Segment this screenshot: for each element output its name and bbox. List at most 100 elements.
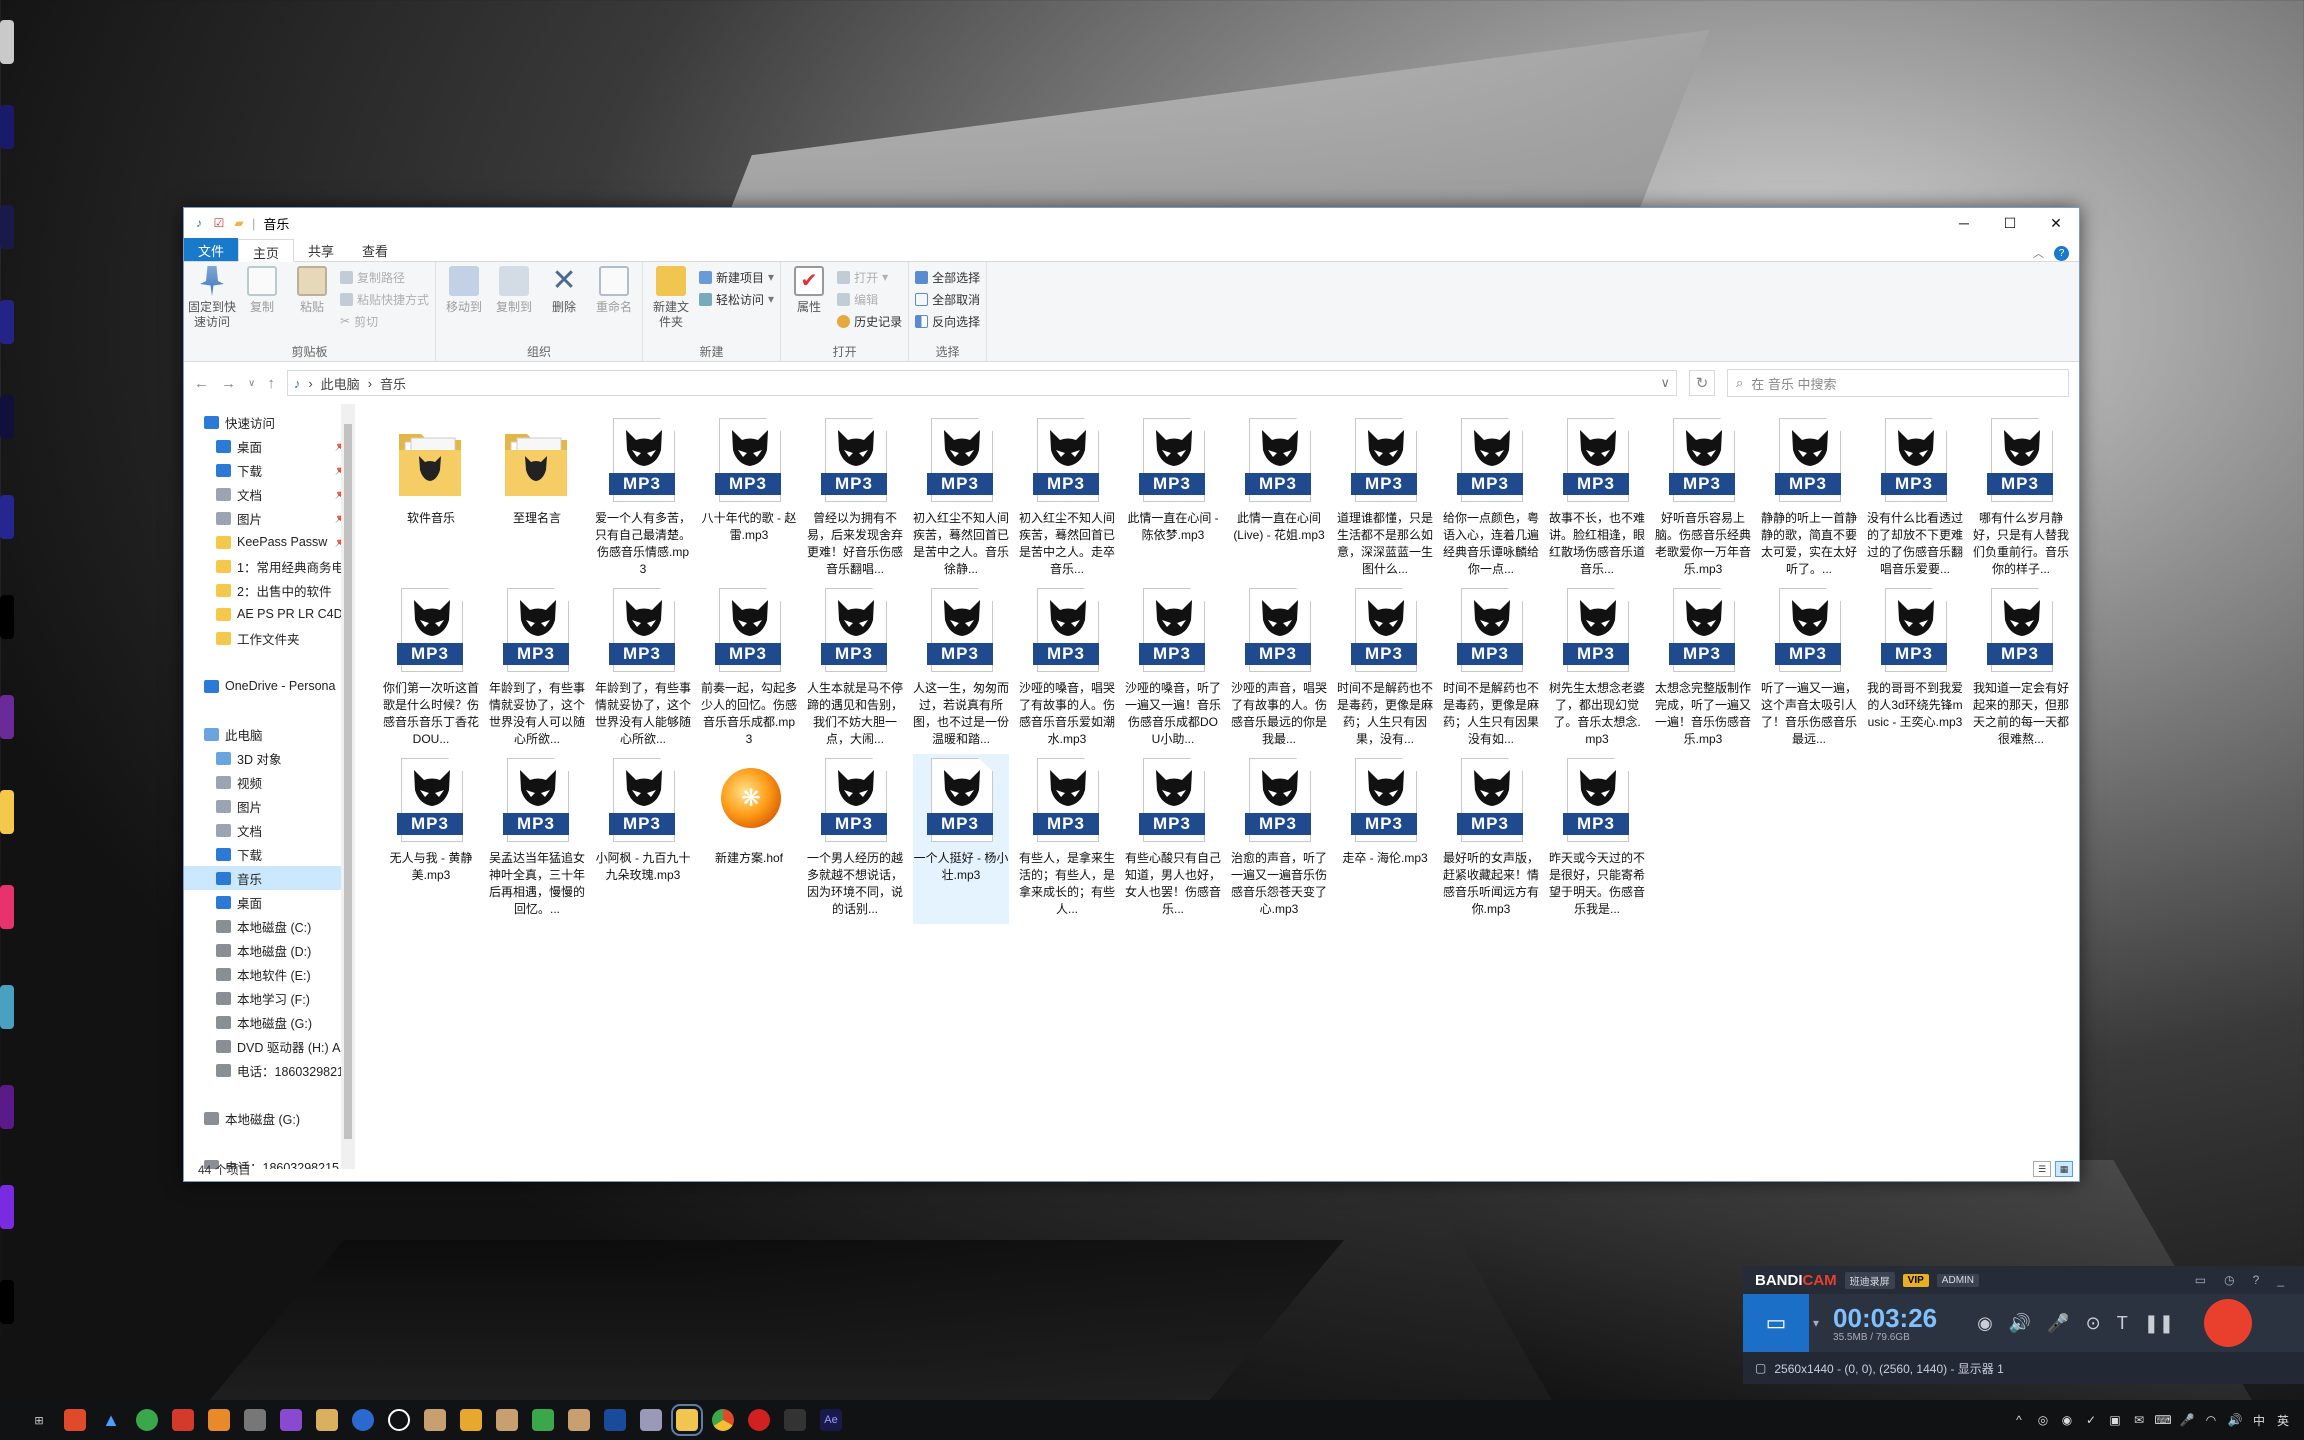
nav-item[interactable]: 音乐 (184, 866, 355, 890)
tab-home[interactable]: 主页 (238, 239, 295, 262)
nav-item[interactable]: 下载 (184, 842, 355, 866)
app-icon[interactable] (784, 1409, 806, 1431)
cursor-icon[interactable]: ⊙ (2086, 1313, 2101, 1334)
tray-app-icon[interactable]: ◎ (2036, 1413, 2050, 1427)
chevron-up-icon[interactable]: ^ (2012, 1413, 2026, 1427)
file-item[interactable]: MP3 初入红尘不知人间疾苦，蓦然回首已是苦中之人。走卒音乐... (1019, 414, 1115, 584)
file-item[interactable]: MP3 此情一直在心间 (Live) - 花姐.mp3 (1231, 414, 1327, 584)
back-arrow-icon[interactable]: ← (194, 375, 209, 392)
ime-indicator[interactable]: 中 (2252, 1412, 2266, 1429)
nav-item[interactable]: 本地磁盘 (C:) (184, 914, 355, 938)
help-icon[interactable]: ? (2054, 245, 2069, 261)
lang-indicator[interactable]: 英 (2276, 1412, 2290, 1429)
nav-item[interactable]: 3D 对象 (184, 746, 355, 770)
desktop-icon[interactable] (0, 1085, 14, 1129)
tray-app-icon[interactable]: ⌨ (2154, 1413, 2171, 1427)
desktop-icon[interactable] (0, 985, 14, 1029)
desktop-icon[interactable] (0, 695, 14, 739)
maximize-button[interactable]: ☐ (1987, 208, 2033, 238)
desktop-icon[interactable] (0, 20, 14, 64)
edit-button[interactable]: 编辑 (837, 290, 902, 308)
app-icon[interactable] (208, 1409, 230, 1431)
folder-icon[interactable]: ▭ (2195, 1273, 2206, 1287)
file-item[interactable]: MP3 走卒 - 海伦.mp3 (1337, 754, 1433, 924)
screen-mode-icon[interactable]: ▭ (1743, 1294, 1809, 1352)
desktop-icon[interactable] (0, 1185, 14, 1229)
mode-dropdown-icon[interactable]: ▾ (1813, 1316, 1819, 1330)
file-item[interactable]: MP3 沙哑的嗓音，唱哭了有故事的人。伤感音乐音乐爱如潮水.mp3 (1019, 584, 1115, 754)
select-none-button[interactable]: 全部取消 (915, 290, 980, 308)
app-icon[interactable] (244, 1409, 266, 1431)
history-button[interactable]: 历史记录 (837, 312, 902, 330)
app-icon[interactable] (748, 1409, 770, 1431)
address-bar[interactable]: ♪ › 此电脑 › 音乐 ∨ (286, 370, 1677, 396)
properties-button[interactable]: ✔ 属性 (787, 266, 831, 343)
tab-file[interactable]: 文件 (184, 238, 239, 261)
app-icon[interactable] (280, 1409, 302, 1431)
app-icon[interactable] (424, 1409, 446, 1431)
desktop-icon[interactable] (0, 790, 14, 834)
new-folder-button[interactable]: 新建文件夹 (649, 266, 693, 343)
properties-quick-icon[interactable]: ☑ (212, 216, 226, 230)
tray-app-icon[interactable]: ✉ (2132, 1413, 2146, 1427)
app-icon[interactable] (568, 1409, 590, 1431)
file-item[interactable]: MP3 给你一点颜色，粤语入心，连着几遍经典音乐谭咏麟给你一点... (1443, 414, 1539, 584)
file-item[interactable]: MP3 我的哥哥不到我爱的人3d环绕先锋music - 王奕心.mp3 (1867, 584, 1963, 754)
file-item[interactable]: MP3 好听音乐容易上脑。伤感音乐经典老歌爱你一万年音乐.mp3 (1655, 414, 1751, 584)
file-item[interactable]: MP3 时间不是解药也不是毒药，更像是麻药；人生只有因果没有如... (1443, 584, 1539, 754)
nav-item[interactable]: OneDrive - Persona (184, 674, 355, 698)
copy-button[interactable]: 复制 (240, 266, 284, 343)
file-item[interactable]: MP3 有些人，是拿来生活的；有些人，是拿来成长的；有些人... (1019, 754, 1115, 924)
new-folder-quick-icon[interactable]: ▰ (232, 216, 246, 230)
nav-item[interactable]: 文档 (184, 818, 355, 842)
speaker-icon[interactable]: 🔊 (2009, 1313, 2031, 1334)
nav-item[interactable]: AE PS PR LR C4D (184, 602, 355, 626)
file-item[interactable]: MP3 最好听的女声版，赶紧收藏起来！情感音乐听闻远方有你.mp3 (1443, 754, 1539, 924)
help-icon[interactable]: ? (2253, 1273, 2260, 1287)
task-view-icon[interactable]: ⊞ (28, 1409, 50, 1431)
address-dropdown-icon[interactable]: ∨ (1660, 375, 1670, 391)
nav-item[interactable]: 快速访问 (184, 410, 355, 434)
nav-item[interactable]: 电话：1860329821 (184, 1058, 355, 1082)
file-item[interactable]: MP3 初入红尘不知人间疾苦，蓦然回首已是苦中之人。音乐徐静... (913, 414, 1009, 584)
folder-item[interactable]: 软件音乐 (383, 414, 479, 584)
file-item[interactable]: MP3 树先生太想念老婆了，都出现幻觉了。音乐太想念.mp3 (1549, 584, 1645, 754)
desktop-icon[interactable] (0, 205, 14, 249)
desktop-icon[interactable] (0, 395, 14, 439)
file-item[interactable]: MP3 时间不是解药也不是毒药，更像是麻药；人生只有因果，没有... (1337, 584, 1433, 754)
nav-item[interactable]: 本地学习 (F:) (184, 986, 355, 1010)
file-item[interactable]: MP3 故事不长，也不难讲。脸红相逢，眼红散场伤感音乐道音乐... (1549, 414, 1645, 584)
after-effects-icon[interactable]: Ae (820, 1409, 842, 1431)
desktop-icon[interactable] (0, 885, 14, 929)
nav-item[interactable]: 桌面 (184, 890, 355, 914)
file-item[interactable]: MP3 吴孟达当年猛追女神叶全真，三十年后再相遇，慢慢的回忆。... (489, 754, 585, 924)
nav-item[interactable]: 桌面📌 (184, 434, 355, 458)
recent-dropdown-icon[interactable]: ∨ (248, 378, 255, 389)
file-item[interactable]: MP3 小阿枫 - 九百九十九朵玫瑰.mp3 (595, 754, 691, 924)
tray-app-icon[interactable]: ▣ (2108, 1413, 2122, 1427)
app-icon[interactable]: ▲ (100, 1409, 122, 1431)
nav-item[interactable]: 本地软件 (E:) (184, 962, 355, 986)
file-item[interactable]: MP3 治愈的声音，听了一遍又一遍音乐伤感音乐怨苍天变了心.mp3 (1231, 754, 1327, 924)
copy-to-button[interactable]: 复制到 (492, 266, 536, 343)
large-icons-view-icon[interactable]: ▦ (2055, 1161, 2073, 1177)
delete-button[interactable]: ✕ 删除 (542, 266, 586, 343)
file-item[interactable]: MP3 沙哑的嗓音，听了一遍又一遍！音乐伤感音乐成都DOU小助... (1125, 584, 1221, 754)
details-view-icon[interactable]: ☰ (2033, 1161, 2051, 1177)
easy-access-button[interactable]: 轻松访问 ▾ (699, 290, 774, 308)
paste-button[interactable]: 粘贴 (290, 266, 334, 343)
file-item[interactable]: MP3 哪有什么岁月静好，只是有人替我们负重前行。音乐你的样子... (1973, 414, 2069, 584)
open-button[interactable]: 打开 ▾ (837, 268, 902, 286)
nav-item[interactable]: 本地磁盘 (G:) (184, 1106, 355, 1130)
app-icon[interactable] (172, 1409, 194, 1431)
app-icon[interactable] (604, 1409, 626, 1431)
file-item[interactable]: MP3 你们第一次听这首歌是什么时候？伤感音乐音乐丁香花DOU... (383, 584, 479, 754)
nav-item[interactable]: 本地磁盘 (D:) (184, 938, 355, 962)
select-all-button[interactable]: 全部选择 (915, 268, 980, 286)
app-icon[interactable] (496, 1409, 518, 1431)
file-item[interactable]: MP3 年龄到了，有些事情就妥协了，这个世界没有人能够随心所欲... (595, 584, 691, 754)
pin-quick-access-button[interactable]: 固定到快速访问 (188, 266, 236, 343)
file-item[interactable]: MP3 八十年代的歌 - 赵雷.mp3 (701, 414, 797, 584)
tab-view[interactable]: 查看 (348, 238, 402, 261)
file-item[interactable]: MP3 一个男人经历的越多就越不想说话，因为环境不同，说的话别... (807, 754, 903, 924)
